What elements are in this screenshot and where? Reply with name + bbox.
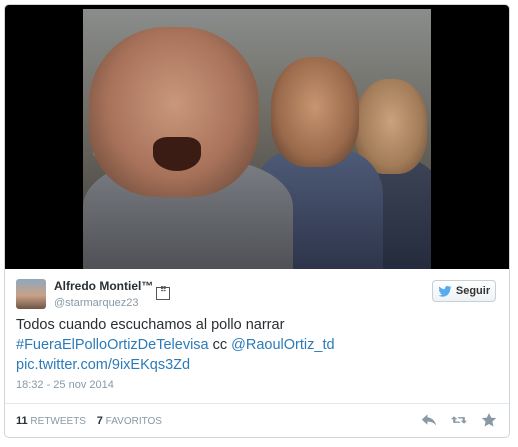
avatar[interactable]	[16, 279, 46, 309]
hashtag-link[interactable]: #FueraElPolloOrtizDeTelevisa	[16, 337, 209, 353]
divider	[5, 403, 509, 404]
tweet-card: Alfredo Montiel™ ☷ @starmarquez23 Seguir …	[4, 4, 510, 438]
person-face	[271, 57, 359, 167]
tweet-text-plain: Todos cuando escuchamos al pollo narrar	[16, 317, 285, 333]
author-handle[interactable]: @starmarquez23	[54, 297, 139, 309]
author-name-text[interactable]: Alfredo Montiel™	[54, 279, 153, 293]
retweets-label[interactable]: RETWEETS	[30, 416, 86, 427]
star-icon	[481, 413, 497, 427]
tweet-actions	[421, 413, 497, 427]
mention-link[interactable]: @RaoulOrtiz_td	[231, 337, 334, 353]
follow-label: Seguir	[455, 285, 491, 297]
reply-button[interactable]	[421, 413, 437, 427]
retweet-button[interactable]	[451, 413, 467, 427]
tweet-text: Todos cuando escuchamos al pollo narrar …	[16, 315, 496, 375]
favorite-button[interactable]	[481, 413, 497, 427]
tweet-photo[interactable]	[83, 9, 431, 269]
reply-icon	[421, 414, 437, 426]
follow-button[interactable]: Seguir	[432, 280, 496, 302]
twitter-bird-icon	[438, 285, 452, 297]
tweet-media[interactable]	[5, 5, 509, 269]
person-face	[89, 27, 259, 197]
favorites-count[interactable]: 7	[97, 415, 103, 427]
tweet-cc: cc	[212, 337, 228, 353]
retweets-count[interactable]: 11	[16, 415, 28, 427]
retweet-icon	[451, 416, 467, 424]
pic-link[interactable]: pic.twitter.com/9ixEKqs3Zd	[16, 357, 190, 373]
favorites-label[interactable]: FAVORITOS	[106, 416, 162, 427]
tweet-stats: 11 RETWEETS 7 FAVORITOS	[16, 415, 162, 427]
profile-badge-icon: ☷	[156, 287, 171, 300]
open-mouth	[153, 137, 201, 171]
tweet-timestamp[interactable]: 18:32 - 25 nov 2014	[16, 379, 114, 391]
